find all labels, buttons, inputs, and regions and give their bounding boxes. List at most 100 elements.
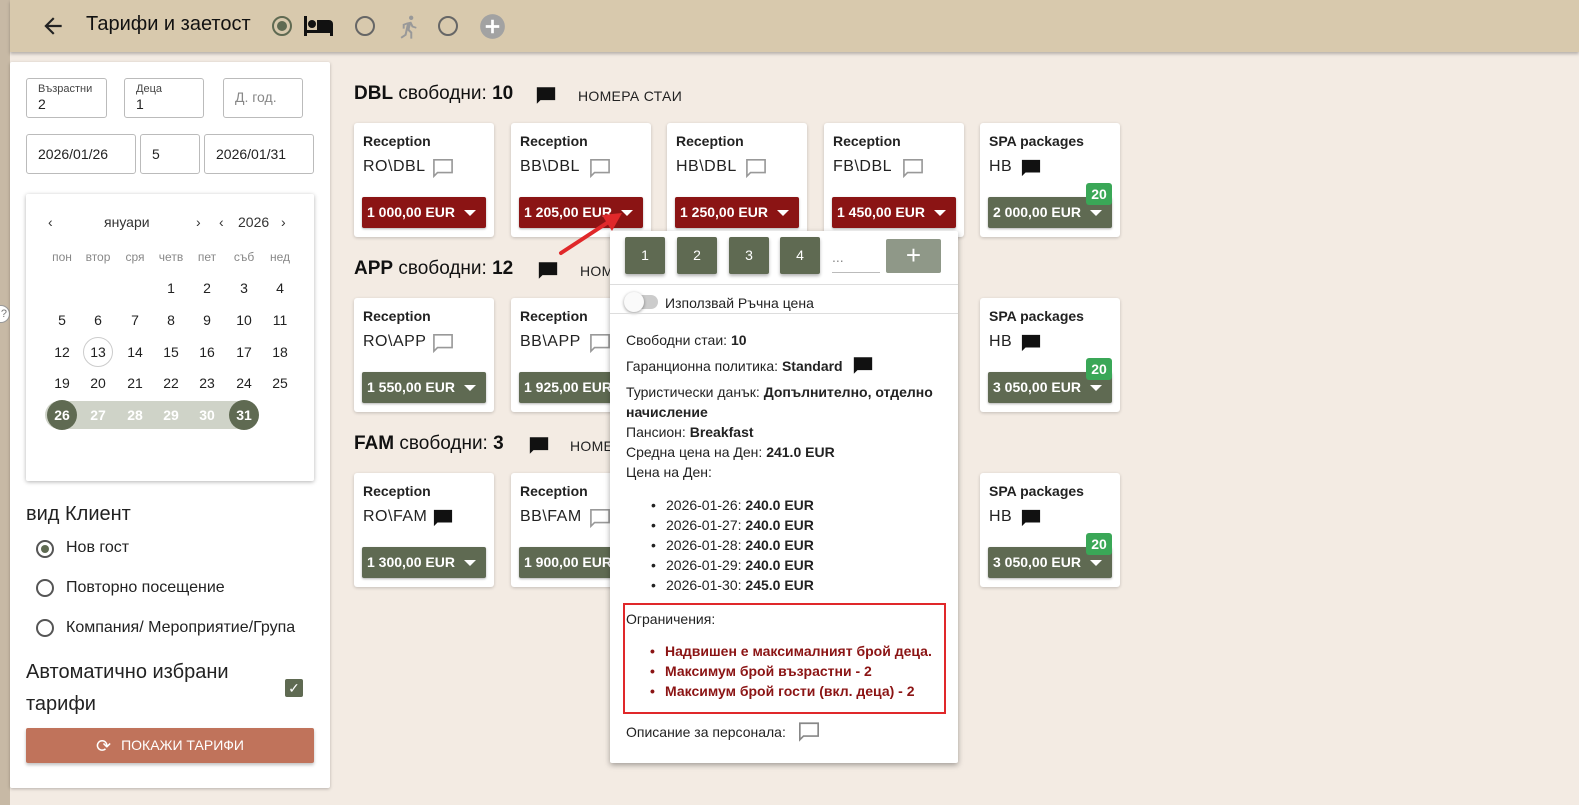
calendar-day[interactable]: 9 — [191, 306, 223, 334]
calendar-day[interactable]: 25 — [264, 369, 296, 397]
next-year-icon[interactable]: › — [281, 214, 286, 230]
calendar-day[interactable]: 15 — [155, 338, 187, 366]
calendar-day[interactable]: 13 — [83, 337, 113, 367]
calendar-day[interactable]: 19 — [46, 369, 78, 397]
help-knob[interactable]: ? — [0, 305, 10, 323]
price-value: 2 000,00 EUR — [993, 204, 1081, 220]
rate-comment-icon[interactable] — [745, 158, 767, 178]
room-numbers-link[interactable]: НОМ — [580, 263, 614, 279]
rate-comment-icon[interactable] — [1020, 158, 1042, 178]
calendar-day[interactable]: 10 — [228, 306, 260, 334]
rate-comment-icon[interactable] — [1020, 508, 1042, 528]
avg-price-line: Средна цена на Ден: 241.0 EUR — [626, 444, 835, 460]
price-button[interactable]: 1 450,00 EUR — [832, 197, 956, 228]
guarantee-comment-icon[interactable] — [852, 355, 874, 376]
price-button[interactable]: 1 300,00 EUR — [362, 547, 486, 578]
auto-rates-checkbox[interactable]: ✓ — [285, 679, 303, 697]
mode-radio-add[interactable] — [438, 16, 458, 36]
rate-comment-icon[interactable] — [432, 508, 454, 528]
dropdown-caret-icon — [464, 210, 476, 216]
manual-price-toggle[interactable] — [624, 292, 658, 312]
calendar-day[interactable]: 14 — [119, 338, 151, 366]
dropdown-caret-icon — [777, 210, 789, 216]
calendar-day[interactable]: 8 — [155, 306, 187, 334]
date-from-field[interactable]: 2026/01/26 — [26, 134, 136, 174]
calendar-day[interactable]: 4 — [264, 274, 296, 302]
calendar-day[interactable]: 24 — [228, 369, 260, 397]
room-numbers-link[interactable]: НОМЕРА СТАИ — [578, 88, 682, 104]
room-comment-icon[interactable] — [537, 260, 559, 281]
calendar-day[interactable]: 6 — [82, 306, 114, 334]
calendar-day[interactable]: 16 — [191, 338, 223, 366]
room-comment-icon[interactable] — [528, 435, 550, 456]
calendar-day[interactable]: 22 — [155, 369, 187, 397]
adults-field[interactable]: Възрастни 2 — [26, 78, 107, 118]
rate-comment-icon[interactable] — [902, 158, 924, 178]
child-age-field[interactable]: Д. год. — [223, 78, 303, 118]
room-type-title: DBL свободни: 10 — [354, 83, 513, 105]
qty-button-3[interactable]: 3 — [729, 237, 769, 274]
staff-comment-icon[interactable] — [798, 721, 820, 742]
date-to-value: 2026/01/31 — [216, 146, 287, 162]
calendar-day[interactable]: 26 — [47, 400, 77, 430]
room-numbers-link[interactable]: НОМЕ — [570, 438, 613, 454]
calendar-day[interactable]: 3 — [228, 274, 260, 302]
rate-comment-icon[interactable] — [589, 333, 611, 353]
qty-button-4[interactable]: 4 — [780, 237, 820, 274]
calendar-day[interactable]: 23 — [191, 369, 223, 397]
client-radio-company[interactable] — [36, 619, 54, 637]
availability-badge: 20 — [1086, 183, 1112, 205]
prev-month-icon[interactable]: ‹ — [48, 214, 53, 230]
calendar-day[interactable]: 31 — [229, 400, 259, 430]
qty-button-2[interactable]: 2 — [677, 237, 717, 274]
next-month-icon[interactable]: › — [196, 214, 201, 230]
client-radio-repeat[interactable] — [36, 579, 54, 597]
price-button[interactable]: 1 550,00 EUR — [362, 372, 486, 403]
qty-input[interactable]: ... — [832, 241, 880, 273]
calendar-day[interactable]: 1 — [155, 274, 187, 302]
rate-source: Reception — [363, 133, 431, 149]
calendar-day[interactable]: 29 — [155, 401, 187, 429]
price-button[interactable]: 1 250,00 EUR — [675, 197, 799, 228]
qty-button-1[interactable]: 1 — [625, 237, 665, 274]
price-value: 1 550,00 EUR — [367, 379, 455, 395]
show-rates-button[interactable]: ⟳ ПОКАЖИ ТАРИФИ — [26, 728, 314, 763]
calendar-day[interactable]: 7 — [119, 306, 151, 334]
calendar-day[interactable]: 12 — [46, 338, 78, 366]
calendar-day[interactable]: 11 — [264, 306, 296, 334]
date-to-field[interactable]: 2026/01/31 — [204, 134, 314, 174]
weekday-label: нед — [269, 250, 291, 264]
day-price: 240.0 EUR — [745, 537, 814, 553]
prev-year-icon[interactable]: ‹ — [219, 214, 224, 230]
client-option-new[interactable]: Нов гост — [66, 539, 129, 557]
back-arrow-icon[interactable] — [40, 13, 66, 39]
price-button[interactable]: 1 000,00 EUR — [362, 197, 486, 228]
rate-comment-icon[interactable] — [432, 158, 454, 178]
calendar-day[interactable]: 30 — [191, 401, 223, 429]
rate-comment-icon[interactable] — [1020, 333, 1042, 353]
day-price: 245.0 EUR — [745, 577, 814, 593]
rate-comment-icon[interactable] — [589, 508, 611, 528]
add-qty-button[interactable]: + — [886, 239, 941, 273]
nights-field[interactable]: 5 — [140, 134, 200, 174]
children-field[interactable]: Деца 1 — [124, 78, 204, 118]
calendar-day[interactable]: 18 — [264, 338, 296, 366]
dropdown-caret-icon — [1090, 385, 1102, 391]
client-radio-new[interactable] — [36, 540, 54, 558]
free-rooms-value: 10 — [730, 332, 747, 348]
calendar-day[interactable]: 27 — [82, 401, 114, 429]
calendar-day[interactable]: 21 — [119, 369, 151, 397]
rate-code: HB — [989, 508, 1013, 525]
calendar-day[interactable]: 20 — [82, 369, 114, 397]
rate-comment-icon[interactable] — [589, 158, 611, 178]
calendar-day[interactable]: 28 — [119, 401, 151, 429]
room-comment-icon[interactable] — [535, 85, 557, 106]
rate-comment-icon[interactable] — [432, 333, 454, 353]
client-option-company[interactable]: Компания/ Мероприятие/Група — [66, 619, 295, 637]
mode-radio-walk[interactable] — [355, 16, 375, 36]
mode-radio-bed[interactable] — [272, 16, 292, 36]
client-option-repeat[interactable]: Повторно посещение — [66, 579, 225, 597]
calendar-day[interactable]: 2 — [191, 274, 223, 302]
calendar-day[interactable]: 5 — [46, 306, 78, 334]
calendar-day[interactable]: 17 — [228, 338, 260, 366]
